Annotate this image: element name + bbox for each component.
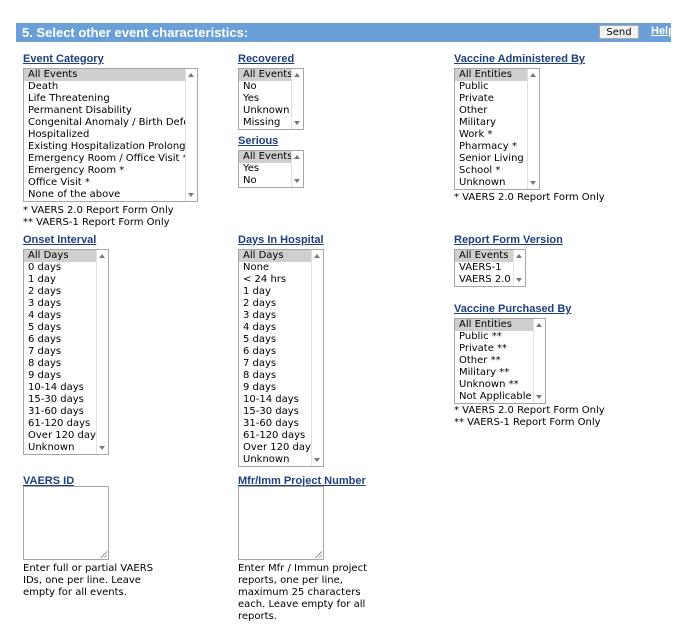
report-form-version-label: Report Form Version — [454, 234, 563, 246]
scroll-down-arrow-icon[interactable] — [99, 446, 105, 450]
vaccine-purchased-by-label: Vaccine Purchased By — [454, 303, 572, 315]
scrollbar[interactable] — [185, 69, 197, 201]
vaccine-purchased-by-listbox[interactable]: All Entities Public ** Private ** Other ** M… — [454, 318, 546, 404]
scroll-down-arrow-icon[interactable] — [314, 458, 320, 462]
list-option[interactable]: Other ** — [455, 355, 545, 367]
list-option[interactable]: Permanent Disability — [24, 105, 197, 117]
scroll-up-arrow-icon[interactable] — [516, 254, 522, 258]
event-category-listbox[interactable]: All Events Death Life Threatening Permanent… — [23, 68, 198, 202]
list-option[interactable]: Military ** — [455, 367, 545, 379]
scroll-up-arrow-icon[interactable] — [314, 254, 320, 258]
recovered-label: Recovered — [238, 53, 295, 65]
list-option[interactable]: Emergency Room / Office Visit ** — [24, 153, 197, 165]
list-option[interactable]: None of the above — [24, 189, 197, 201]
list-option[interactable]: Public ** — [455, 331, 545, 343]
resize-grip-icon[interactable] — [315, 551, 322, 558]
vaccine-administered-by-notes: * VAERS 2.0 Report Form Only — [454, 192, 605, 203]
list-option[interactable]: Office Visit * — [24, 177, 197, 189]
days-in-hospital-label: Days In Hospital — [238, 234, 324, 246]
list-option[interactable]: Private ** — [455, 343, 545, 355]
mfr-project-number-textarea[interactable] — [238, 486, 324, 560]
event-category-notes: * VAERS 2.0 Report Form Only ** VAERS-1 … — [23, 205, 174, 228]
scroll-up-arrow-icon[interactable] — [294, 73, 300, 77]
event-category-label: Event Category — [23, 53, 104, 65]
scrollbar[interactable] — [291, 151, 303, 187]
onset-interval-listbox[interactable]: All Days 0 days 1 day 2 days 3 days 4 days 5 d… — [23, 249, 109, 455]
vaccine-purchased-by-notes: * VAERS 2.0 Report Form Only ** VAERS-1 … — [454, 405, 605, 428]
list-option[interactable]: All Entities — [455, 319, 545, 331]
list-option[interactable]: Life Threatening — [24, 93, 197, 105]
scroll-up-arrow-icon[interactable] — [294, 155, 300, 159]
vaccine-administered-by-label: Vaccine Administered By — [454, 53, 586, 65]
scroll-up-arrow-icon[interactable] — [536, 323, 542, 327]
serious-listbox[interactable]: All Events Yes No — [238, 150, 304, 188]
scroll-up-arrow-icon[interactable] — [99, 254, 105, 258]
list-option[interactable]: Unknown ** — [455, 379, 545, 391]
scroll-down-arrow-icon[interactable] — [530, 181, 536, 185]
list-option[interactable]: Death — [24, 81, 197, 93]
list-option[interactable]: Emergency Room * — [24, 165, 197, 177]
onset-interval-label: Onset Interval — [23, 234, 97, 246]
listbox-options: All Entities Public ** Private ** Other ** M… — [455, 319, 545, 403]
section-header-bar: 5. Select other event characteristics: S… — [16, 23, 675, 42]
scrollbar[interactable] — [533, 319, 545, 403]
scrollbar[interactable] — [527, 69, 539, 189]
section-title: 5. Select other event characteristics: — [22, 25, 249, 40]
vaers-id-help: Enter full or partial VAERS IDs, one per… — [23, 563, 154, 598]
list-option[interactable]: Not Applicable * — [455, 391, 545, 403]
list-option[interactable]: Congenital Anomaly / Birth Defect * — [24, 117, 197, 129]
scroll-down-arrow-icon[interactable] — [188, 193, 194, 197]
listbox-options: All Events Death Life Threatening Permanent… — [24, 69, 197, 201]
recovered-listbox[interactable]: All Events No Yes Unknown Missing — [238, 68, 304, 130]
resize-grip-icon[interactable] — [100, 551, 107, 558]
list-option[interactable]: Hospitalized — [24, 129, 197, 141]
scrollbar[interactable] — [311, 250, 323, 466]
days-in-hospital-listbox[interactable]: All Days None < 24 hrs 1 day 2 days 3 days 4 d… — [238, 249, 324, 467]
serious-label: Serious — [238, 135, 279, 147]
scrollbar[interactable] — [291, 69, 303, 129]
mfr-project-number-help: Enter Mfr / Immun project reports, one p… — [238, 563, 367, 622]
list-option[interactable]: Existing Hospitalization Prolonged — [24, 141, 197, 153]
scrollbar[interactable] — [96, 250, 108, 454]
scroll-down-arrow-icon[interactable] — [516, 278, 522, 282]
scroll-up-arrow-icon[interactable] — [530, 73, 536, 77]
scrollbar[interactable] — [513, 250, 525, 286]
help-link[interactable]: Help — [651, 25, 675, 37]
send-button[interactable]: Send — [599, 25, 639, 39]
vaers-id-textarea[interactable] — [23, 486, 109, 560]
report-form-version-listbox[interactable]: All Events VAERS-1 VAERS 2.0 — [454, 249, 526, 287]
scroll-down-arrow-icon[interactable] — [294, 121, 300, 125]
scroll-up-arrow-icon[interactable] — [188, 73, 194, 77]
scroll-down-arrow-icon[interactable] — [536, 395, 542, 399]
list-option[interactable]: All Events — [24, 69, 197, 81]
scroll-down-arrow-icon[interactable] — [294, 179, 300, 183]
vaccine-administered-by-listbox[interactable]: All Entities Public Private Other Military Wo… — [454, 68, 540, 190]
